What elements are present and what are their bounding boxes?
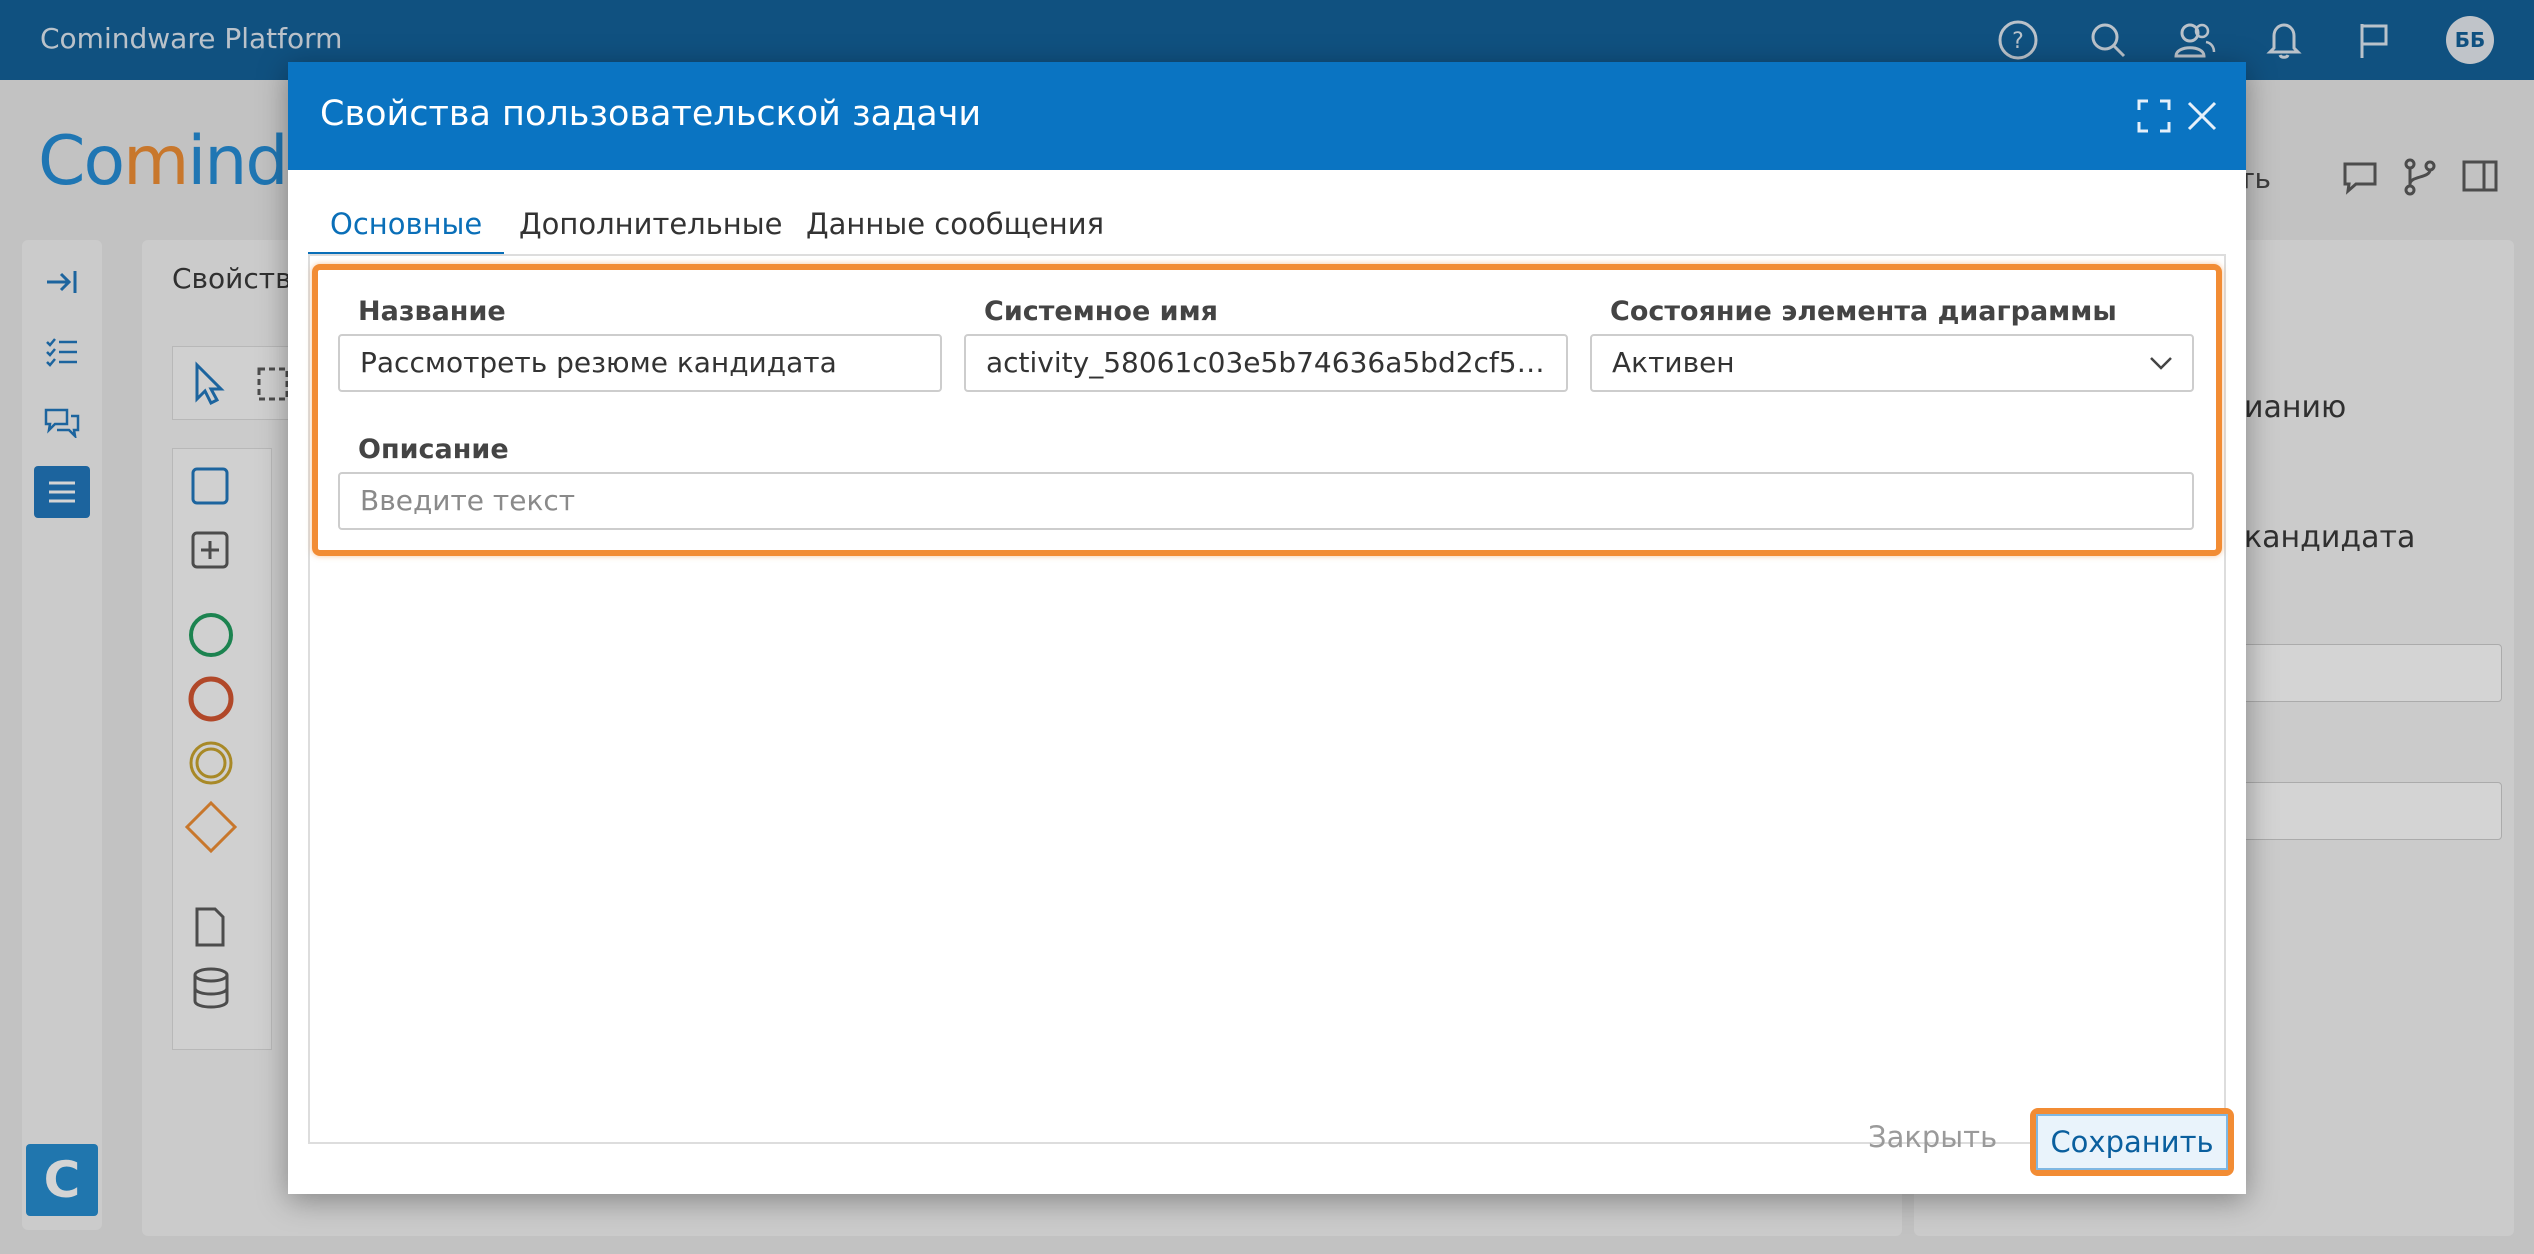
element-state-value: Активен xyxy=(1612,346,1735,379)
dialog-header: Свойства пользовательской задачи xyxy=(288,62,2246,170)
maximize-icon[interactable] xyxy=(2132,94,2176,138)
tab-additional[interactable]: Дополнительные xyxy=(497,198,805,256)
name-field[interactable]: Рассмотреть резюме кандидата xyxy=(338,334,942,392)
close-icon[interactable] xyxy=(2180,94,2224,138)
name-label: Название xyxy=(358,296,506,327)
element-state-label: Состояние элемента диаграммы xyxy=(1610,296,2117,327)
system-name-field[interactable]: activity_58061c03e5b74636a5bd2cf54a... xyxy=(964,334,1568,392)
dialog-title: Свойства пользовательской задачи xyxy=(320,94,982,134)
element-state-select[interactable]: Активен xyxy=(1590,334,2194,392)
save-button[interactable]: Сохранить xyxy=(2036,1114,2228,1170)
description-label: Описание xyxy=(358,434,509,465)
description-field[interactable]: Введите текст xyxy=(338,472,2194,530)
tab-message-data[interactable]: Данные сообщения xyxy=(784,198,1126,256)
chevron-down-icon xyxy=(2150,357,2172,370)
task-properties-dialog: Свойства пользовательской задачи Основны… xyxy=(288,62,2246,1194)
close-button[interactable]: Закрыть xyxy=(1868,1120,1997,1154)
system-name-label: Системное имя xyxy=(984,296,1219,327)
save-button-highlight: Сохранить xyxy=(2030,1108,2234,1176)
tab-main[interactable]: Основные xyxy=(308,198,505,256)
